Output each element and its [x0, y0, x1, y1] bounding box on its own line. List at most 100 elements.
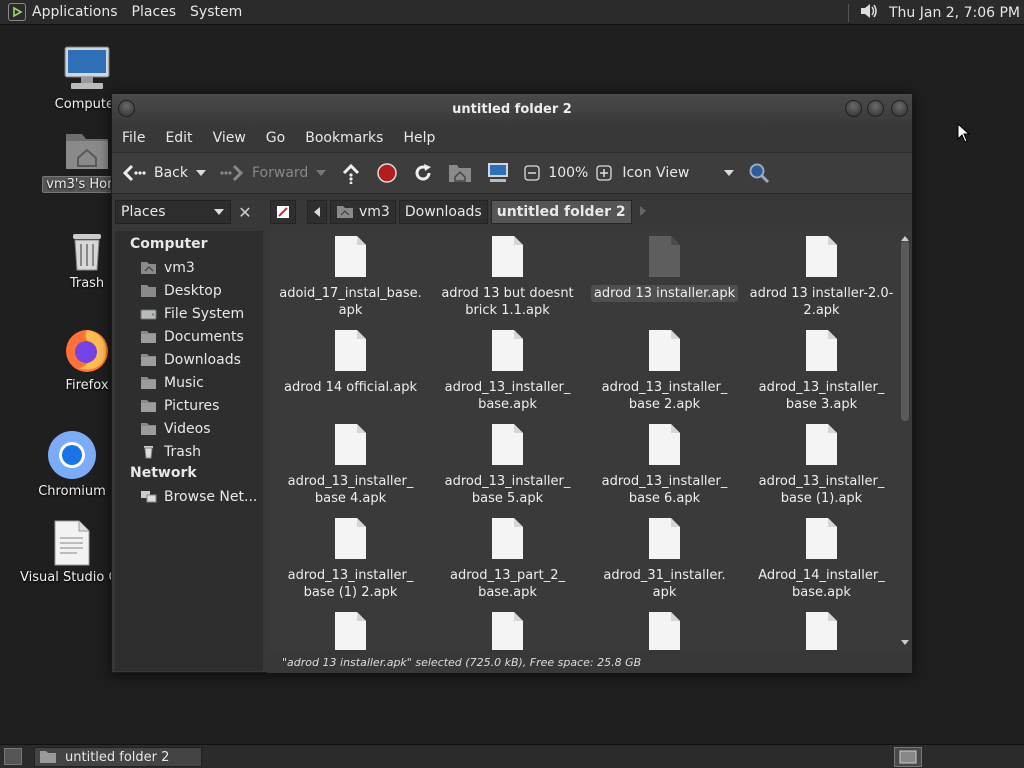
file-name-line: base 6.apk	[628, 491, 701, 506]
chevron-left-icon	[314, 207, 320, 217]
file-item[interactable]: adrod_13_installer_base 6.apk	[586, 423, 743, 507]
file-item[interactable]: adrod 14 official.apk	[272, 329, 429, 396]
sidebar-item-trash[interactable]: Trash	[115, 440, 263, 463]
file-item[interactable]: adrod_13_installer_ base 2.apk	[586, 329, 743, 413]
computer-button[interactable]	[486, 162, 510, 184]
up-button[interactable]	[340, 162, 362, 184]
file-item[interactable]: adrod_13_part_2_ base.apk	[429, 517, 586, 601]
sidebar-item-desktop[interactable]: Desktop	[115, 279, 263, 302]
menu-go[interactable]: Go	[266, 130, 285, 146]
file-item[interactable]: Adrod_14_installer_ base.apk	[743, 517, 900, 601]
zoom-level[interactable]: 100%	[548, 165, 588, 181]
forward-button[interactable]: Forward	[220, 163, 327, 183]
file-name: adrod_31_installer. apk	[600, 567, 728, 601]
sidebar-item-videos[interactable]: Videos	[115, 417, 263, 440]
computer-icon	[488, 163, 509, 182]
file-item[interactable]: adrod_31_installer. apk	[586, 517, 743, 601]
file-name-line: adrod_13_installer_	[601, 474, 728, 489]
back-history-dropdown[interactable]	[196, 170, 206, 176]
scrollbar-thumb[interactable]	[901, 241, 909, 421]
back-button[interactable]: Back	[122, 163, 206, 183]
system-menu[interactable]: System	[190, 4, 242, 20]
breadcrumb-scroll-left[interactable]	[307, 200, 327, 224]
minimize-button[interactable]	[845, 100, 862, 117]
search-button[interactable]	[748, 162, 770, 184]
document-icon	[335, 424, 366, 465]
sidebar-item-vm3[interactable]: vm3	[115, 256, 263, 279]
zoom-in-icon	[596, 165, 612, 181]
chevron-right-icon	[639, 206, 646, 216]
menu-edit[interactable]: Edit	[165, 130, 192, 146]
file-item[interactable]	[429, 611, 586, 650]
show-desktop-button[interactable]	[4, 748, 22, 765]
window-menu-button[interactable]	[118, 100, 135, 117]
file-item[interactable]: adrod 13 installer-2.0- 2.apk	[743, 235, 900, 319]
file-item[interactable]: adrod 13 installer.apk	[586, 235, 743, 302]
document-icon	[54, 520, 90, 566]
zoom-out-button[interactable]	[524, 165, 540, 181]
vertical-scrollbar[interactable]	[900, 235, 910, 646]
view-mode-select[interactable]: Icon View	[622, 165, 735, 181]
side-pane-selector[interactable]: Places	[115, 200, 231, 224]
forward-history-dropdown[interactable]	[316, 170, 327, 176]
breadcrumb-current-folder[interactable]: untitled folder 2	[490, 200, 632, 224]
file-item[interactable]: adoid_17_instal_base. apk	[272, 235, 429, 319]
edit-location-button[interactable]	[270, 200, 296, 224]
sidebar-heading-computer: Computer	[130, 236, 208, 252]
sidebar-item-file-system[interactable]: File System	[115, 302, 263, 325]
file-item[interactable]	[743, 611, 900, 650]
menu-view[interactable]: View	[213, 130, 246, 146]
workspace-switcher[interactable]	[894, 747, 922, 767]
close-button[interactable]	[891, 100, 908, 117]
file-item[interactable]: adrod 13 but doesnt brick 1.1.apk	[429, 235, 586, 319]
file-item[interactable]: adrod_13_installer_ base.apk	[429, 329, 586, 413]
file-item[interactable]	[586, 611, 743, 650]
sidebar-item-browse-network[interactable]: Browse Net...	[115, 485, 263, 508]
home-folder-icon	[66, 134, 108, 169]
sidebar-heading-network: Network	[130, 465, 197, 481]
stop-button[interactable]	[376, 162, 398, 184]
sidebar-item-music[interactable]: Music	[115, 371, 263, 394]
breadcrumb-downloads[interactable]: Downloads	[398, 200, 488, 224]
sidebar-item-pictures[interactable]: Pictures	[115, 394, 263, 417]
file-item[interactable]: adrod_13_installer_ base 5.apk	[429, 423, 586, 507]
sidebar-item-label: Videos	[164, 420, 211, 437]
breadcrumb-scroll-right[interactable]	[639, 204, 647, 220]
menu-help[interactable]: Help	[403, 130, 435, 146]
file-name-line: base.apk	[478, 585, 537, 600]
home-button[interactable]	[448, 163, 472, 183]
scroll-down-icon[interactable]	[900, 640, 910, 646]
file-item[interactable]: adrod_13_installer_ base (1).apk	[743, 423, 900, 507]
volume-icon[interactable]	[859, 2, 879, 24]
file-name-line: brick 1.1.apk	[465, 303, 550, 318]
sidebar-item-downloads[interactable]: Downloads	[115, 348, 263, 371]
sidebar-item-documents[interactable]: Documents	[115, 325, 263, 348]
file-name-line: adrod_13_installer_	[758, 474, 885, 489]
document-icon	[649, 518, 680, 559]
file-name-line: adrod_31_installer.	[603, 568, 726, 583]
taskbar-button-file-manager[interactable]: untitled folder 2	[34, 747, 202, 767]
places-menu[interactable]: Places	[132, 4, 177, 20]
file-item[interactable]	[272, 611, 429, 650]
file-item[interactable]: adrod_13_installer_ base (1) 2.apk	[272, 517, 429, 601]
file-item[interactable]: adrod_13_installer_ base 3.apk	[743, 329, 900, 413]
menu-file[interactable]: File	[122, 130, 145, 146]
document-icon	[335, 518, 366, 559]
clock[interactable]: Thu Jan 2, 7:06 PM	[889, 5, 1020, 21]
distro-logo-icon[interactable]	[8, 3, 26, 21]
close-side-pane-button[interactable]: ✕	[234, 200, 256, 224]
top-panel: Applications Places System Thu Jan 2, 7:…	[0, 0, 1024, 25]
document-icon	[492, 612, 523, 650]
menu-bookmarks[interactable]: Bookmarks	[305, 130, 383, 146]
applications-menu[interactable]: Applications	[32, 4, 118, 20]
file-item[interactable]: adrod_13_installer_ base 4.apk	[272, 423, 429, 507]
file-icon-view[interactable]: Adrod_14_installer_ base.apk adrod_31_inst…	[267, 231, 912, 650]
breadcrumb-vm3[interactable]: vm3	[330, 200, 396, 224]
maximize-button[interactable]	[867, 100, 884, 117]
file-name: adrod 13 installer-2.0- 2.apk	[747, 285, 897, 319]
document-icon	[806, 518, 837, 559]
chevron-down-icon	[724, 170, 735, 176]
reload-button[interactable]	[412, 162, 434, 184]
zoom-in-button[interactable]	[596, 165, 612, 181]
window-titlebar[interactable]: untitled folder 2	[112, 94, 912, 124]
